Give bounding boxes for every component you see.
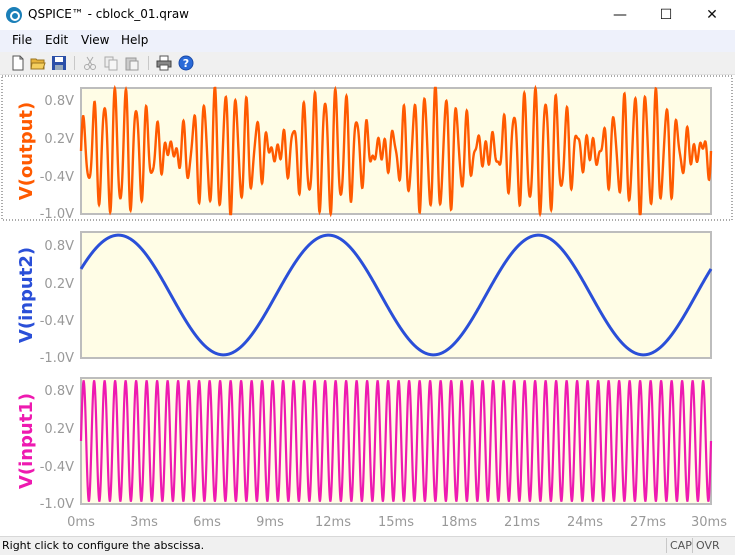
panel-output[interactable]: V(output) 0.8V 0.2V -0.4V -1.0V xyxy=(16,84,713,222)
title-bar: QSPICE™ - cblock_01.qraw — ☐ ✕ xyxy=(0,0,735,30)
panel-input1[interactable]: V(input1) 0.8V 0.2V -0.4V -1.0V xyxy=(16,377,713,512)
toolbar: ? xyxy=(0,52,735,75)
panel-output-label: V(output) xyxy=(16,102,37,200)
x-axis-tick: 30ms xyxy=(691,515,727,530)
save-icon[interactable] xyxy=(51,55,67,71)
x-axis-tick: 15ms xyxy=(378,515,414,530)
panel-input2-ytick: 0.2V xyxy=(44,277,74,292)
panel-output-ytick: 0.8V xyxy=(44,94,74,109)
panel-input2-ytick: -0.4V xyxy=(40,314,74,329)
paste-icon[interactable] xyxy=(124,55,140,71)
open-folder-icon[interactable] xyxy=(30,55,46,71)
panel-input2-label: V(input2) xyxy=(16,247,37,343)
panel-input1-ytick: 0.8V xyxy=(44,384,74,399)
print-icon[interactable] xyxy=(156,55,172,71)
panel-input2-ytick: 0.8V xyxy=(44,239,74,254)
window-title: QSPICE™ - cblock_01.qraw xyxy=(28,7,189,21)
panel-input1-ytick: -0.4V xyxy=(40,460,74,475)
panel-output-ytick: -0.4V xyxy=(40,170,74,185)
copy-icon[interactable] xyxy=(103,55,119,71)
panel-input2-frame xyxy=(80,231,712,359)
status-bar: Right click to configure the abscissa. C… xyxy=(0,536,735,555)
panel-input1-ytick: 0.2V xyxy=(44,422,74,437)
menu-edit[interactable]: Edit xyxy=(45,33,68,47)
x-axis-tick: 9ms xyxy=(256,515,284,530)
panel-output-ytick: 0.2V xyxy=(44,132,74,147)
help-icon[interactable]: ? xyxy=(178,55,194,71)
x-axis-tick: 21ms xyxy=(504,515,540,530)
cap-indicator: CAP xyxy=(666,538,695,553)
svg-text:?: ? xyxy=(183,57,189,70)
x-axis-tick: 3ms xyxy=(130,515,158,530)
panel-input2-ytick: -1.0V xyxy=(40,351,74,366)
menu-file[interactable]: File xyxy=(12,33,32,47)
qspice-app-icon xyxy=(6,7,22,23)
x-axis-tick: 12ms xyxy=(315,515,351,530)
waveform-plot-area[interactable]: V(output) 0.8V 0.2V -0.4V -1.0V V(input2… xyxy=(0,75,735,535)
panel-input1-label: V(input1) xyxy=(16,393,37,489)
panel-input1-ytick: -1.0V xyxy=(40,497,74,512)
x-axis-tick: 6ms xyxy=(193,515,221,530)
new-file-icon[interactable] xyxy=(10,55,26,71)
cut-icon[interactable] xyxy=(82,55,98,71)
panel-input2[interactable]: V(input2) 0.8V 0.2V -0.4V -1.0V xyxy=(16,231,713,366)
toolbar-separator xyxy=(74,56,75,70)
status-message: Right click to configure the abscissa. xyxy=(2,539,205,552)
menu-help[interactable]: Help xyxy=(121,33,148,47)
ovr-indicator: OVR xyxy=(692,538,723,553)
panel-output-ytick: -1.0V xyxy=(40,207,74,222)
x-axis-tick: 27ms xyxy=(630,515,666,530)
close-button[interactable]: ✕ xyxy=(689,0,735,30)
minimize-button[interactable]: — xyxy=(597,0,643,30)
x-axis-tick: 18ms xyxy=(441,515,477,530)
x-axis-tick: 0ms xyxy=(67,515,95,530)
maximize-button[interactable]: ☐ xyxy=(643,0,689,30)
menu-view[interactable]: View xyxy=(81,33,109,47)
x-axis-tick: 24ms xyxy=(567,515,603,530)
menu-bar: File Edit View Help xyxy=(0,30,735,52)
toolbar-separator xyxy=(148,56,149,70)
